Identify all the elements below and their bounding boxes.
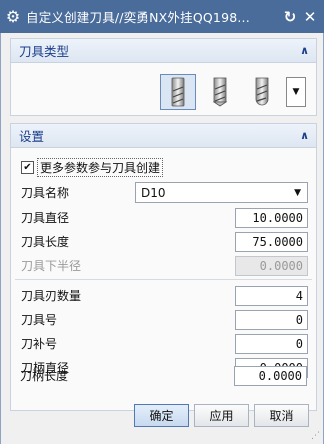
more-params-checkbox[interactable]: ✔ xyxy=(21,161,34,174)
settings-title: 设置 xyxy=(19,129,45,144)
diameter-row: 刀具直径 10.0000 xyxy=(11,206,316,229)
length-input[interactable]: 75.0000 xyxy=(235,231,308,252)
apply-button[interactable]: 应用 xyxy=(194,404,249,427)
lower-radius-row: 刀具下半径 0.0000 xyxy=(11,254,316,277)
collapse-caret-icon[interactable]: ∧ xyxy=(300,44,309,57)
tool-type-dropdown-button[interactable]: ▼ xyxy=(286,77,306,107)
drill-icon xyxy=(212,77,228,107)
ball-mill-icon xyxy=(255,77,269,106)
settings-header[interactable]: 设置 ∧ xyxy=(11,124,316,148)
gear-icon[interactable]: ⚙ xyxy=(0,0,26,33)
diameter-input[interactable]: 10.0000 xyxy=(235,207,308,228)
tool-number-input[interactable]: 0 xyxy=(235,309,308,330)
end-mill-tool-button[interactable] xyxy=(160,74,196,110)
adjust-number-label: 刀补号 xyxy=(21,337,58,351)
flutes-label: 刀具刃数量 xyxy=(21,289,82,303)
holder-length-label: 刀柄长度 xyxy=(20,369,69,383)
tool-type-title: 刀具类型 xyxy=(19,44,70,59)
chevron-down-icon: ▼ xyxy=(294,187,301,198)
tool-name-row: 刀具名称 D10 ▼ xyxy=(11,181,316,204)
more-params-label: 更多参数参与刀具创建 xyxy=(37,158,164,177)
length-label: 刀具长度 xyxy=(21,235,70,249)
diameter-label: 刀具直径 xyxy=(21,211,70,225)
flutes-input[interactable]: 4 xyxy=(235,285,308,306)
ball-mill-tool-button[interactable] xyxy=(244,74,280,110)
resize-grip-icon[interactable]: ⋰ xyxy=(311,431,320,441)
refresh-icon[interactable]: ↻ xyxy=(280,0,300,33)
adjust-number-row: 刀补号 0 xyxy=(11,332,316,355)
tool-type-header[interactable]: 刀具类型 ∧ xyxy=(11,39,316,63)
end-mill-icon xyxy=(171,77,185,107)
cancel-button[interactable]: 取消 xyxy=(254,404,309,427)
collapse-caret-icon[interactable]: ∧ xyxy=(300,129,309,142)
more-params-option[interactable]: ✔ 更多参数参与刀具创建 xyxy=(21,158,164,177)
tool-number-row: 刀具号 0 xyxy=(11,308,316,331)
title-bar: ⚙ 自定义创建刀具//奕勇NX外挂QQ198... ↻ ✕ xyxy=(0,0,324,33)
lower-radius-input: 0.0000 xyxy=(235,255,308,276)
divider xyxy=(15,279,312,280)
close-icon[interactable]: ✕ xyxy=(300,0,320,33)
ok-button[interactable]: 确定 xyxy=(134,404,189,427)
tool-number-label: 刀具号 xyxy=(21,313,58,327)
holder-length-row: 刀柄长度 0.0000 xyxy=(10,364,315,387)
window-title: 自定义创建刀具//奕勇NX外挂QQ198... xyxy=(26,10,250,25)
adjust-number-input[interactable]: 0 xyxy=(235,333,308,354)
tool-name-select[interactable]: D10 ▼ xyxy=(135,182,308,203)
drill-tool-button[interactable] xyxy=(202,74,238,110)
tool-type-section: 刀具类型 ∧ ▼ xyxy=(10,38,317,116)
flutes-row: 刀具刃数量 4 xyxy=(11,284,316,307)
tool-name-label: 刀具名称 xyxy=(21,186,70,200)
tool-type-selector: ▼ xyxy=(160,74,306,110)
holder-length-input[interactable]: 0.0000 xyxy=(234,365,307,386)
lower-radius-label: 刀具下半径 xyxy=(21,259,82,273)
tool-name-value: D10 xyxy=(141,185,166,200)
length-row: 刀具长度 75.0000 xyxy=(11,230,316,253)
